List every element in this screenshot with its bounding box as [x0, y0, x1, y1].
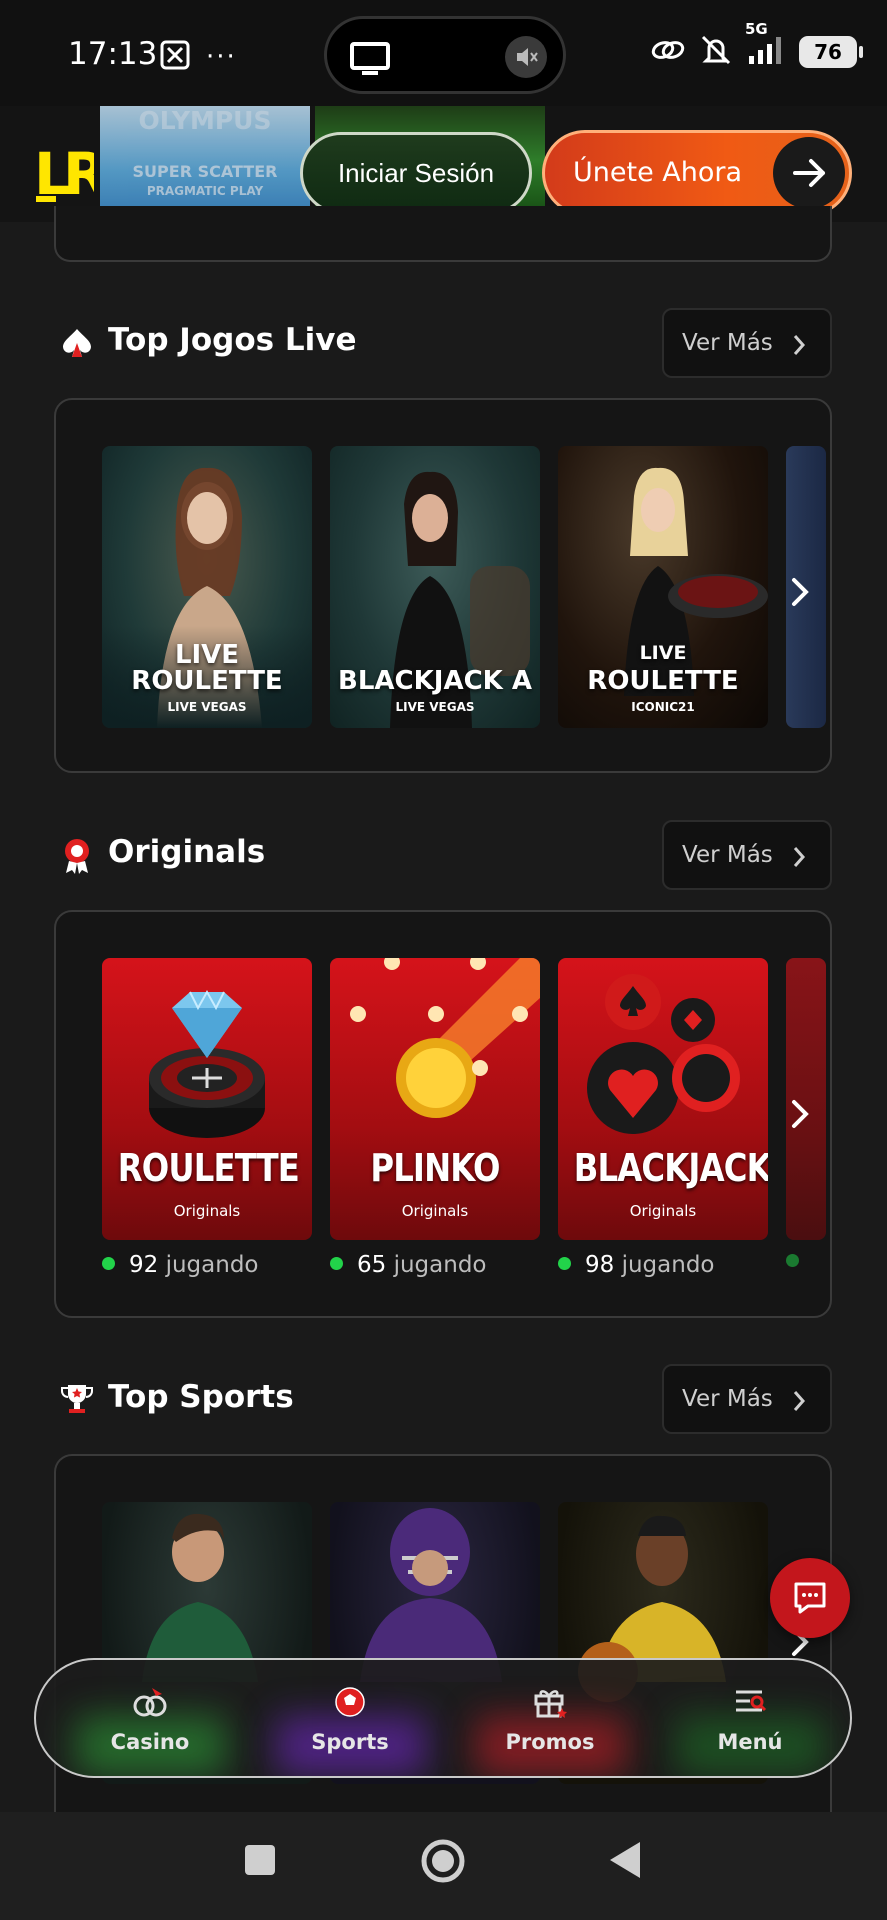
online-dot-icon [330, 1257, 343, 1270]
plinko-image [350, 958, 540, 1118]
see-more-label: Ver Más [682, 330, 773, 356]
card-title: ROULETTE [117, 1146, 300, 1190]
sports-see-more-button[interactable]: Ver Más [662, 1364, 832, 1434]
chevron-right-icon [792, 334, 806, 362]
card-subtitle: Originals [401, 1202, 469, 1220]
card-title-line2: ROULETTE [587, 666, 739, 696]
back-icon[interactable] [608, 1840, 642, 1884]
status-bar: 17:13 ··· 5G 76 [0, 0, 887, 106]
card-title-line2: ROULETTE [131, 666, 283, 696]
players-count: 65 jugando [330, 1252, 487, 1278]
site-logo[interactable]: LR [34, 136, 115, 211]
card-title-line1: LIVE [639, 642, 687, 664]
sports-section-title: Top Sports [108, 1379, 294, 1415]
signal-icon [747, 37, 785, 70]
card-provider: LIVE VEGAS [167, 700, 247, 714]
badge-icon [60, 837, 94, 874]
nav-label: Sports [311, 1730, 389, 1754]
chat-button[interactable] [770, 1558, 850, 1638]
home-icon[interactable] [420, 1838, 466, 1888]
live-games-panel: LIVE ROULETTE LIVE VEGAS BLACKJACK A LIV… [54, 398, 832, 773]
card-provider: ICONIC21 [631, 700, 695, 714]
more-dots-icon: ··· [206, 42, 237, 72]
live-game-card[interactable]: LIVE ROULETTE LIVE VEGAS [102, 446, 312, 728]
network-type: 5G [745, 20, 768, 38]
menu-search-icon [736, 1690, 767, 1712]
status-time: 17:13 [68, 36, 158, 72]
casino-chips-icon [133, 1688, 167, 1717]
roulette-image [149, 989, 265, 1138]
players-label: jugando [621, 1252, 715, 1278]
players-label: jugando [165, 1252, 259, 1278]
chevron-right-icon [792, 846, 806, 874]
nav-label: Casino [110, 1730, 190, 1754]
chevron-right-icon [792, 1390, 806, 1418]
dynamic-island [324, 16, 566, 94]
players-label: jugando [393, 1252, 487, 1278]
card-title: BLACKJACK [573, 1146, 768, 1190]
join-button-label: Únete Ahora [573, 157, 743, 188]
original-game-card[interactable]: ROULETTE Originals [102, 958, 312, 1240]
tv-cast-icon [349, 41, 391, 81]
bell-off-icon [699, 34, 733, 70]
players-count: 98 jugando [558, 1252, 715, 1278]
mute-icon [505, 36, 547, 78]
banner-subtitle: SUPER SCATTER [132, 162, 278, 181]
arrow-right-icon [773, 137, 845, 209]
system-navigation-bar [0, 1812, 887, 1920]
link-icon [651, 38, 685, 66]
live-game-card[interactable]: LIVE ROULETTE ICONIC21 [558, 446, 768, 728]
previous-panel-bottom [54, 206, 832, 262]
gift-icon [534, 1690, 567, 1718]
card-subtitle: Originals [629, 1202, 697, 1220]
carousel-next-icon[interactable] [780, 562, 820, 622]
nav-label: Promos [505, 1730, 595, 1754]
players-number: 92 [129, 1252, 159, 1278]
spade-icon [60, 326, 94, 360]
join-button[interactable]: Únete Ahora [542, 130, 852, 216]
online-dot-icon [558, 1257, 571, 1270]
players-number: 65 [357, 1252, 387, 1278]
original-game-card[interactable]: BLACKJACK Originals [558, 958, 768, 1240]
chat-bubble-icon [790, 1578, 830, 1622]
originals-panel: ROULETTE Originals 92 jugando PLINKO Ori… [54, 910, 832, 1318]
card-title-line2: BLACKJACK A [338, 666, 532, 696]
banner-provider: PRAGMATIC PLAY [146, 184, 264, 198]
olympus-game-tile[interactable]: OLYMPUS SUPER SCATTER PRAGMATIC PLAY [100, 106, 310, 214]
site-header: LR OLYMPUS SUPER SCATTER PRAGMATIC PLAY … [0, 106, 887, 222]
card-subtitle: Originals [173, 1202, 241, 1220]
original-game-card[interactable]: PLINKO Originals [330, 958, 540, 1240]
originals-see-more-button[interactable]: Ver Más [662, 820, 832, 890]
online-dot-icon [102, 1257, 115, 1270]
carousel-next-icon[interactable] [780, 1084, 820, 1144]
trophy-icon [60, 1382, 94, 1416]
see-more-label: Ver Más [682, 1386, 773, 1412]
see-more-label: Ver Más [682, 842, 773, 868]
players-count-partial [786, 1252, 813, 1271]
card-provider: LIVE VEGAS [395, 700, 475, 714]
players-count: 92 jugando [102, 1252, 259, 1278]
live-see-more-button[interactable]: Ver Más [662, 308, 832, 378]
online-dot-icon [786, 1254, 799, 1267]
live-section-title: Top Jogos Live [108, 322, 357, 358]
originals-section-title: Originals [108, 834, 266, 870]
blackjack-image [587, 974, 740, 1134]
players-number: 98 [585, 1252, 615, 1278]
banner-title: OLYMPUS [138, 106, 272, 135]
battery-level: 76 [799, 36, 863, 68]
login-button[interactable]: Iniciar Sesión [300, 132, 532, 214]
nav-label: Menú [717, 1730, 783, 1754]
soccer-ball-icon [335, 1687, 365, 1717]
bottom-navigation: Casino Sports Promos Menú [34, 1658, 852, 1778]
live-game-card[interactable]: BLACKJACK A LIVE VEGAS [330, 446, 540, 728]
app-notification-icon [160, 40, 190, 74]
card-title: PLINKO [370, 1146, 500, 1190]
recents-icon[interactable] [244, 1844, 276, 1880]
